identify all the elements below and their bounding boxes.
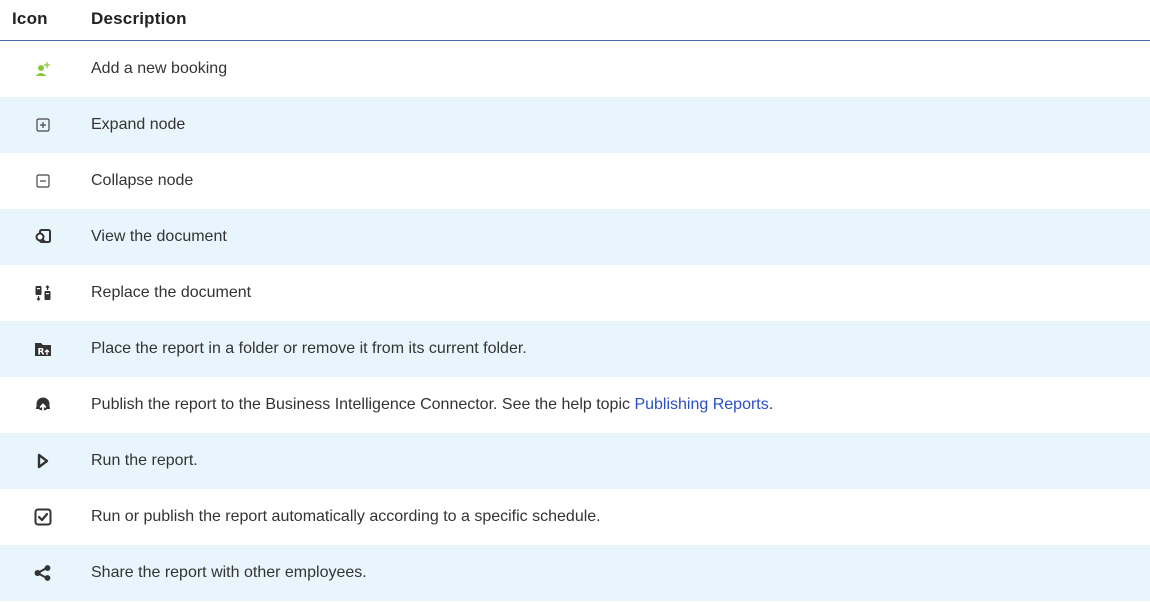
- row-description: View the document: [91, 228, 227, 245]
- table-row: Collapse node: [0, 153, 1150, 209]
- collapse-node-icon: [34, 172, 52, 190]
- run-play-icon: [34, 452, 52, 470]
- table-row: Run or publish the report automatically …: [0, 489, 1150, 545]
- row-description: Collapse node: [91, 172, 194, 189]
- row-description: Run the report.: [91, 452, 198, 469]
- table-row: Replace the document: [0, 265, 1150, 321]
- row-description: Share the report with other employees.: [91, 564, 367, 581]
- publish-cloud-icon: [34, 396, 52, 414]
- table-row: Share the report with other employees.: [0, 545, 1150, 601]
- icon-column-header: Icon: [12, 9, 48, 28]
- table-row: Run the report.: [0, 433, 1150, 489]
- table-header: Icon Description: [0, 0, 1150, 41]
- table-row: Publish the report to the Business Intel…: [0, 377, 1150, 433]
- svg-text:R: R: [38, 348, 45, 358]
- expand-node-icon: [34, 116, 52, 134]
- icon-description-table: Icon Description Add a new booking Expan…: [0, 0, 1150, 601]
- view-document-icon: [34, 228, 52, 246]
- row-description: Run or publish the report automatically …: [91, 508, 601, 525]
- row-description: Publish the report to the Business Intel…: [91, 396, 773, 414]
- table-row: Expand node: [0, 97, 1150, 153]
- row-description: Replace the document: [91, 284, 252, 301]
- share-icon: [34, 564, 52, 582]
- add-person-icon: [34, 60, 52, 78]
- table-row: Add a new booking: [0, 41, 1150, 97]
- row-description-text: Publish the report to the Business Intel…: [91, 396, 635, 413]
- description-column-header: Description: [91, 9, 187, 28]
- row-description-suffix: .: [768, 396, 774, 413]
- publishing-reports-link[interactable]: Publishing Reports: [634, 396, 768, 413]
- schedule-check-icon: [34, 508, 52, 526]
- table-row: View the document: [0, 209, 1150, 265]
- table-row: R Place the report in a folder or remove…: [0, 321, 1150, 377]
- row-description: Place the report in a folder or remove i…: [91, 340, 527, 357]
- report-folder-icon: R: [34, 340, 52, 358]
- replace-document-icon: [34, 284, 52, 302]
- row-description: Expand node: [91, 116, 186, 133]
- row-description: Add a new booking: [91, 60, 228, 77]
